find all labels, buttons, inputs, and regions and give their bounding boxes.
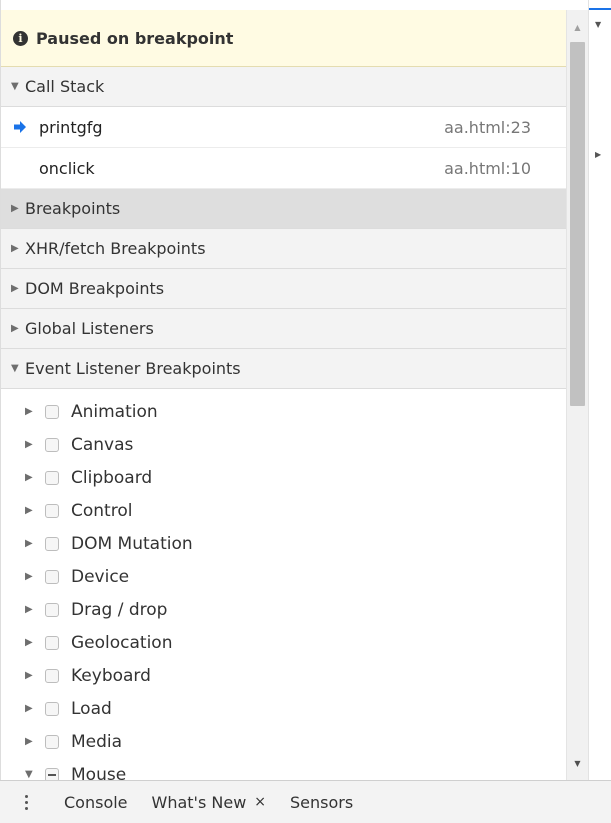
event-category-load[interactable]: ▶ Load	[1, 692, 567, 725]
event-category-checkbox[interactable]	[45, 668, 59, 683]
event-category-label: Load	[71, 698, 112, 719]
triangle-right-icon[interactable]: ▶	[25, 571, 41, 582]
event-category-clipboard[interactable]: ▶ Clipboard	[1, 461, 567, 494]
event-category-drag-drop[interactable]: ▶ Drag / drop	[1, 593, 567, 626]
xhr-breakpoints-header[interactable]: ▶ XHR/fetch Breakpoints	[1, 229, 567, 269]
event-listener-breakpoints-header[interactable]: ▼ Event Listener Breakpoints	[1, 349, 567, 389]
dom-breakpoints-title: DOM Breakpoints	[25, 279, 165, 298]
triangle-right-icon: ▶	[11, 323, 19, 334]
debugger-sidebar-pane: i Paused on breakpoint ▼ Call Stack prin…	[0, 0, 567, 780]
paused-message: Paused on breakpoint	[36, 28, 234, 48]
triangle-right-icon[interactable]: ▶	[25, 703, 41, 714]
event-category-label: Keyboard	[71, 665, 151, 686]
event-category-label: Device	[71, 566, 130, 587]
frame-function-name: onclick	[39, 158, 95, 178]
event-category-checkbox[interactable]	[45, 635, 59, 650]
triangle-right-icon[interactable]: ▶	[25, 637, 41, 648]
triangle-right-icon: ▶	[11, 243, 19, 254]
triangle-right-icon[interactable]: ▶	[25, 439, 41, 450]
triangle-right-icon: ▶	[595, 150, 602, 159]
scroll-down-arrow-icon[interactable]: ▼	[567, 752, 588, 774]
event-category-checkbox[interactable]	[45, 503, 59, 518]
event-category-checkbox[interactable]	[45, 404, 59, 419]
event-category-checkbox[interactable]	[45, 536, 59, 551]
tab-label: What's New	[151, 792, 247, 812]
call-frame-onclick[interactable]: onclick aa.html:10	[1, 148, 567, 189]
paused-banner: i Paused on breakpoint	[1, 10, 567, 67]
xhr-breakpoints-title: XHR/fetch Breakpoints	[25, 239, 206, 258]
triangle-right-icon: ▶	[11, 203, 19, 214]
frame-function-name: printgfg	[39, 117, 103, 137]
current-frame-arrow-icon	[1, 120, 39, 134]
triangle-right-icon[interactable]: ▶	[25, 604, 41, 615]
tab-label: Sensors	[290, 792, 354, 812]
triangle-down-icon[interactable]: ▼	[25, 769, 41, 780]
event-category-checkbox[interactable]	[45, 701, 59, 716]
breakpoints-header[interactable]: ▶ Breakpoints	[1, 189, 567, 229]
event-category-checkbox[interactable]	[45, 569, 59, 584]
global-listeners-header[interactable]: ▶ Global Listeners	[1, 309, 567, 349]
event-category-canvas[interactable]: ▶ Canvas	[1, 428, 567, 461]
event-category-label: Mouse	[71, 764, 127, 781]
event-category-label: Clipboard	[71, 467, 153, 488]
tab-label: Console	[64, 792, 128, 812]
event-category-animation[interactable]: ▶ Animation	[1, 395, 567, 428]
tab-whats-new[interactable]: What's New ×	[140, 781, 279, 823]
triangle-right-icon[interactable]: ▶	[25, 505, 41, 516]
triangle-down-icon: ▼	[595, 20, 602, 29]
info-icon: i	[13, 30, 28, 46]
frame-location-link[interactable]: aa.html:23	[444, 118, 531, 137]
event-category-control[interactable]: ▶ Control	[1, 494, 567, 527]
event-category-checkbox[interactable]	[45, 470, 59, 485]
call-frame-printgfg[interactable]: printgfg aa.html:23	[1, 107, 567, 148]
event-category-checkbox[interactable]	[45, 437, 59, 452]
event-category-keyboard[interactable]: ▶ Keyboard	[1, 659, 567, 692]
event-category-media[interactable]: ▶ Media	[1, 725, 567, 758]
event-category-checkbox[interactable]	[45, 734, 59, 749]
global-listeners-title: Global Listeners	[25, 319, 154, 338]
adjacent-pane-edge: ▼ ▶	[588, 0, 611, 780]
triangle-right-icon[interactable]: ▶	[25, 736, 41, 747]
event-category-label: Geolocation	[71, 632, 173, 653]
triangle-down-icon: ▼	[11, 363, 19, 374]
event-category-checkbox[interactable]	[45, 602, 59, 617]
dom-breakpoints-header[interactable]: ▶ DOM Breakpoints	[1, 269, 567, 309]
devtools-sources-sidebar: i Paused on breakpoint ▼ Call Stack prin…	[0, 0, 611, 823]
scroll-up-arrow-icon[interactable]: ▲	[567, 16, 588, 38]
event-category-geolocation[interactable]: ▶ Geolocation	[1, 626, 567, 659]
call-stack-title: Call Stack	[25, 77, 105, 96]
event-category-label: Control	[71, 500, 133, 521]
drawer-tab-bar: Console What's New × Sensors	[0, 780, 611, 823]
event-category-label: Canvas	[71, 434, 134, 455]
triangle-right-icon[interactable]: ▶	[25, 472, 41, 483]
call-stack-header[interactable]: ▼ Call Stack	[1, 67, 567, 107]
scrollbar-thumb[interactable]	[570, 42, 585, 406]
event-category-mouse[interactable]: ▼ Mouse	[1, 758, 567, 780]
event-category-device[interactable]: ▶ Device	[1, 560, 567, 593]
triangle-down-icon: ▼	[11, 81, 19, 92]
vertical-scrollbar[interactable]: ▲ ▼	[566, 10, 588, 780]
event-listener-breakpoints-title: Event Listener Breakpoints	[25, 359, 241, 378]
frame-location-link[interactable]: aa.html:10	[444, 159, 531, 178]
triangle-right-icon[interactable]: ▶	[25, 538, 41, 549]
more-tools-menu-icon[interactable]	[0, 781, 52, 823]
tab-console[interactable]: Console	[52, 781, 140, 823]
event-category-label: Media	[71, 731, 123, 752]
triangle-right-icon[interactable]: ▶	[25, 670, 41, 681]
event-listener-tree: ▶ Animation ▶ Canvas ▶ Clipboard ▶ Contr…	[1, 389, 567, 780]
active-tab-indicator	[589, 8, 611, 10]
event-category-label: Animation	[71, 401, 158, 422]
event-category-label: DOM Mutation	[71, 533, 193, 554]
breakpoints-title: Breakpoints	[25, 199, 121, 218]
event-category-label: Drag / drop	[71, 599, 168, 620]
triangle-right-icon: ▶	[11, 283, 19, 294]
tab-sensors[interactable]: Sensors	[278, 781, 365, 823]
event-category-checkbox-mixed[interactable]	[45, 767, 59, 780]
event-category-dom-mutation[interactable]: ▶ DOM Mutation	[1, 527, 567, 560]
triangle-right-icon[interactable]: ▶	[25, 406, 41, 417]
close-icon[interactable]: ×	[254, 794, 266, 810]
